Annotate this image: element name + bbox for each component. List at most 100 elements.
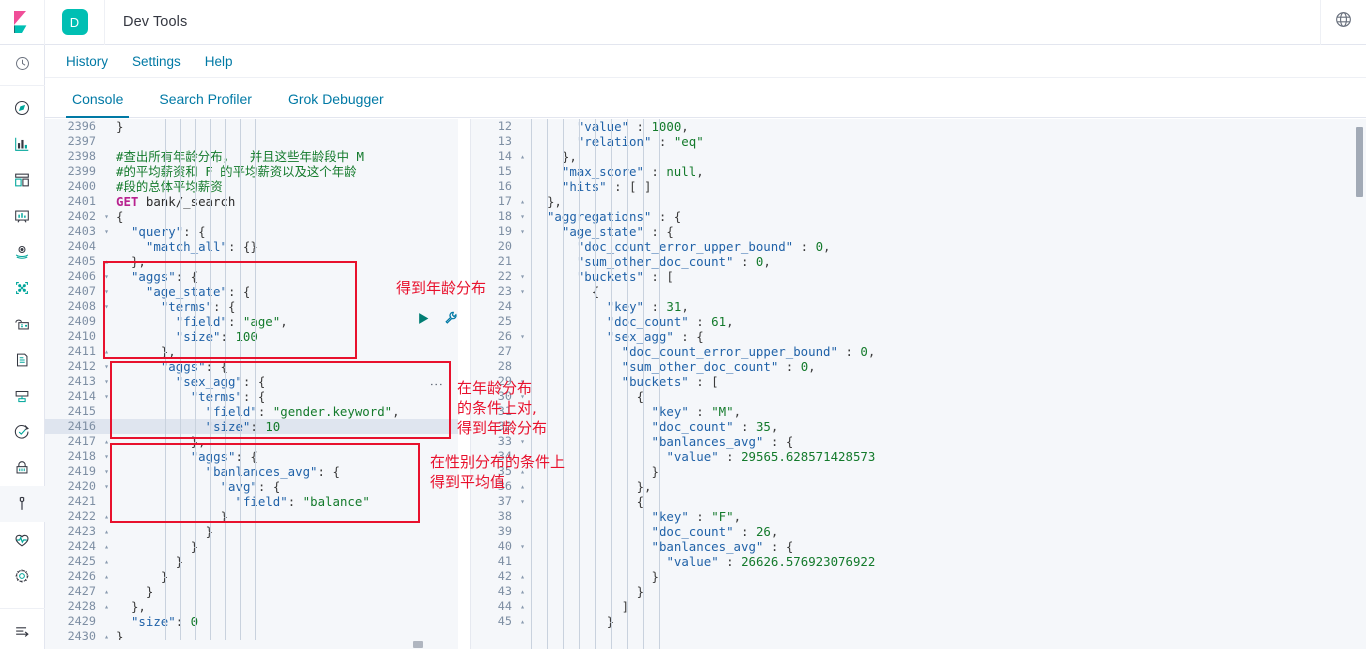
code-line[interactable]: 2409 "field": "age", (45, 314, 458, 329)
menu-item-settings[interactable]: Settings (120, 54, 193, 69)
code-line[interactable]: 2414 ▾ "terms": { (45, 389, 458, 404)
sidebar-item-logs[interactable] (0, 342, 45, 378)
fold-toggle-icon[interactable]: ▴ (101, 554, 112, 569)
code-line[interactable]: 38 "key" : "F", (471, 509, 1353, 524)
fold-toggle-icon[interactable]: ▾ (101, 479, 112, 494)
code-line[interactable]: 19 ▾ "age_state" : { (471, 224, 1353, 239)
hscrollbar-thumb[interactable] (413, 641, 423, 648)
sidebar-item-maps[interactable] (0, 234, 45, 270)
sidebar-item-monitoring[interactable] (0, 522, 45, 558)
fold-toggle-icon[interactable]: ▴ (517, 614, 528, 629)
code-line[interactable]: 2427 ▴ } (45, 584, 458, 599)
code-line[interactable]: 31 "key" : "M", (471, 404, 1353, 419)
code-line[interactable]: 2411 ▴ }, (45, 344, 458, 359)
sidebar-item-collapse-nav[interactable] (0, 613, 45, 649)
code-line[interactable]: 2424 ▴ } (45, 539, 458, 554)
fold-toggle-icon[interactable]: ▴ (517, 464, 528, 479)
fold-toggle-icon[interactable]: ▾ (517, 209, 528, 224)
code-line[interactable]: 2407 ▾ "age_state": { (45, 284, 458, 299)
code-line[interactable]: 2428 ▴ }, (45, 599, 458, 614)
fold-toggle-icon[interactable]: ▾ (101, 299, 112, 314)
fold-toggle-icon[interactable]: ▾ (101, 374, 112, 389)
sidebar-item-discover[interactable] (0, 90, 45, 126)
code-line[interactable]: 2401 GET bank/_search (45, 194, 458, 209)
fold-toggle-icon[interactable]: ▾ (517, 329, 528, 344)
fold-toggle-icon[interactable]: ▾ (517, 434, 528, 449)
code-line[interactable]: 18 ▾ "aggregations" : { (471, 209, 1353, 224)
menu-item-history[interactable]: History (54, 54, 120, 69)
fold-toggle-icon[interactable]: ▾ (101, 269, 112, 284)
code-line[interactable]: 39 "doc_count" : 26, (471, 524, 1353, 539)
fold-toggle-icon[interactable]: ▴ (517, 149, 528, 164)
fold-toggle-icon[interactable]: ▴ (101, 539, 112, 554)
code-line[interactable]: 14 ▴ }, (471, 149, 1353, 164)
app-badge-cell[interactable]: D (45, 0, 105, 45)
fold-toggle-icon[interactable]: ▾ (517, 374, 528, 389)
code-line[interactable]: 25 "doc_count" : 61, (471, 314, 1353, 329)
sidebar-item-dev-tools[interactable] (0, 486, 45, 522)
fold-toggle-icon[interactable]: ▾ (101, 284, 112, 299)
code-line[interactable]: 2400 #段的总体平均薪资 (45, 179, 458, 194)
code-line[interactable]: 26 ▾ "sex_agg" : { (471, 329, 1353, 344)
code-line[interactable]: 2412 ▾ "aggs": { (45, 359, 458, 374)
code-line[interactable]: 2403 ▾ "query": { (45, 224, 458, 239)
code-line[interactable]: 17 ▴ }, (471, 194, 1353, 209)
code-line[interactable]: 42 ▴ } (471, 569, 1353, 584)
code-line[interactable]: 34 "value" : 29565.628571428573 (471, 449, 1353, 464)
code-line[interactable]: 45 ▴ } (471, 614, 1353, 629)
code-line[interactable]: 2410 "size": 100 (45, 329, 458, 344)
request-actions[interactable] (417, 311, 458, 330)
editor-actions-kebab[interactable]: ⋮ (429, 378, 444, 391)
code-line[interactable]: 2405 ▴ }, (45, 254, 458, 269)
code-line[interactable]: 30 ▾ { (471, 389, 1353, 404)
code-line[interactable]: 2415 "field": "gender.keyword", (45, 404, 458, 419)
code-line[interactable]: 2417 ▴ }, (45, 434, 458, 449)
code-line[interactable]: 28 "sum_other_doc_count" : 0, (471, 359, 1353, 374)
fold-toggle-icon[interactable]: ▴ (517, 479, 528, 494)
code-line[interactable]: 24 "key" : 31, (471, 299, 1353, 314)
fold-toggle-icon[interactable]: ▴ (101, 434, 112, 449)
code-line[interactable]: 20 "doc_count_error_upper_bound" : 0, (471, 239, 1353, 254)
fold-toggle-icon[interactable]: ▴ (101, 509, 112, 524)
response-editor-vscrollbar[interactable] (1353, 119, 1366, 649)
code-line[interactable]: 2416 "size": 10 (45, 419, 458, 434)
fold-toggle-icon[interactable]: ▴ (517, 569, 528, 584)
fold-toggle-icon[interactable]: ▴ (517, 194, 528, 209)
fold-toggle-icon[interactable]: ▴ (101, 524, 112, 539)
code-line[interactable]: 2422 ▴ } (45, 509, 458, 524)
sidebar-item-apm[interactable] (0, 378, 45, 414)
tab-search-profiler[interactable]: Search Profiler (141, 91, 270, 117)
fold-toggle-icon[interactable]: ▾ (517, 539, 528, 554)
code-line[interactable]: 2429 "size": 0 (45, 614, 458, 629)
play-triangle-icon[interactable] (417, 312, 430, 330)
sidebar-item-canvas[interactable] (0, 198, 45, 234)
console-response-viewer[interactable]: 12 "value" : 1000, 13 "relation" : "eq" 14… (470, 119, 1366, 649)
fold-toggle-icon[interactable]: ▾ (517, 389, 528, 404)
request-editor-lines[interactable]: 2396} 2397 2398 #查出所有年龄分布， 并且这些年龄段中 M 2399 #的… (45, 119, 458, 644)
code-line[interactable]: 2406 ▾ "aggs": { (45, 269, 458, 284)
fold-toggle-icon[interactable]: ▾ (517, 284, 528, 299)
code-line[interactable]: 15 "max_score" : null, (471, 164, 1353, 179)
code-line[interactable]: 23 ▾ { (471, 284, 1353, 299)
fold-toggle-icon[interactable]: ▴ (101, 344, 112, 359)
code-line[interactable]: 35 ▴ } (471, 464, 1353, 479)
fold-toggle-icon[interactable]: ▾ (517, 224, 528, 239)
fold-toggle-icon[interactable]: ▾ (101, 389, 112, 404)
tab-console[interactable]: Console (54, 91, 141, 118)
code-line[interactable]: 2419 ▾ "banlances_avg": { (45, 464, 458, 479)
code-line[interactable]: 29 ▾ "buckets" : [ (471, 374, 1353, 389)
console-request-editor[interactable]: 2396} 2397 2398 #查出所有年龄分布， 并且这些年龄段中 M 2399 #的… (45, 119, 458, 649)
globe-help-button[interactable] (1320, 0, 1366, 45)
code-line[interactable]: 2418 ▾ "aggs": { (45, 449, 458, 464)
code-line[interactable]: 2398 #查出所有年龄分布， 并且这些年龄段中 M (45, 149, 458, 164)
fold-toggle-icon[interactable]: ▾ (517, 494, 528, 509)
sidebar-item-recently-viewed[interactable] (0, 45, 45, 81)
fold-toggle-icon[interactable]: ▾ (101, 224, 112, 239)
code-line[interactable]: 13 "relation" : "eq" (471, 134, 1353, 149)
code-line[interactable]: 33 ▾ "banlances_avg" : { (471, 434, 1353, 449)
code-line[interactable]: 40 ▾ "banlances_avg" : { (471, 539, 1353, 554)
kibana-logo-cell[interactable] (0, 0, 45, 45)
code-line[interactable]: 36 ▴ }, (471, 479, 1353, 494)
code-line[interactable]: 43 ▴ } (471, 584, 1353, 599)
fold-toggle-icon[interactable]: ▾ (101, 464, 112, 479)
